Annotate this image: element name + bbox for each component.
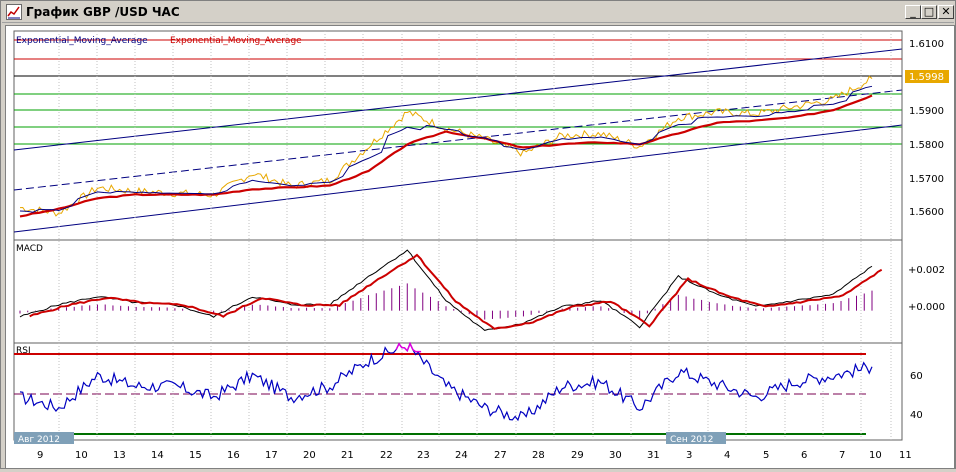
day-label: 14 [151,450,164,461]
price-tick: 1.5600 [909,207,944,218]
current-price: 1.5998 [909,72,944,83]
month-label-sep: Сен 2012 [670,435,713,445]
day-label: 23 [417,450,430,461]
rsi-tick: 60 [910,371,923,382]
day-label: 3 [686,450,692,461]
day-label: 7 [839,450,845,461]
day-label: 10 [75,450,88,461]
window-title: График GBP /USD ЧАС [26,5,180,19]
minimize-button[interactable]: _ [905,5,921,19]
day-label: 17 [265,450,278,461]
rsi-label: RSI [16,346,31,356]
legend-ema-2: Exponential_Moving_Average [170,36,302,46]
day-label: 27 [494,450,507,461]
day-label: 6 [801,450,807,461]
price-tick: 1.5800 [909,140,944,151]
month-label-aug: Авг 2012 [18,435,60,445]
chart-window: График GBP /USD ЧАС _ □ ✕ Exponential_Mo… [0,0,956,469]
day-label: 4 [724,450,730,461]
day-label: 21 [341,450,354,461]
macd-tick: +0.002 [908,265,945,276]
rsi-panel [13,342,903,441]
day-label: 15 [189,450,202,461]
time-axis: 9 10 13 14 15 16 17 20 21 22 23 24 27 28 29 30 31 3 4 5 6 7 10… [37,450,912,461]
day-label: 13 [113,450,126,461]
legend-ema-1: Exponential_Moving_Average [16,36,148,46]
day-label: 10 [869,450,882,461]
chart-app-icon [6,4,22,20]
day-label: 31 [647,450,660,461]
day-label: 16 [227,450,240,461]
day-label: 9 [37,450,43,461]
macd-panel [13,239,903,346]
day-label: 30 [609,450,622,461]
maximize-button[interactable]: □ [921,5,937,19]
day-label: 24 [455,450,468,461]
window-titlebar[interactable]: График GBP /USD ЧАС _ □ ✕ [2,2,954,23]
macd-tick: +0.000 [908,302,945,313]
day-label: 11 [899,450,912,461]
chart-area[interactable]: Exponential_Moving_Average Exponential_M… [5,25,955,469]
close-button[interactable]: ✕ [938,5,954,19]
chart-canvas[interactable]: Exponential_Moving_Average Exponential_M… [6,26,954,468]
day-label: 5 [763,450,769,461]
day-label: 28 [532,450,545,461]
price-tick: 1.6100 [909,39,944,50]
day-label: 29 [571,450,584,461]
day-label: 20 [303,450,316,461]
day-label: 22 [380,450,393,461]
rsi-tick: 40 [910,410,923,421]
price-tick: 1.5700 [909,174,944,185]
macd-label: MACD [16,244,43,254]
price-axis: 1.6100 1.5900 1.5800 1.5700 1.5600 1.599… [905,39,949,218]
price-tick: 1.5900 [909,106,944,117]
